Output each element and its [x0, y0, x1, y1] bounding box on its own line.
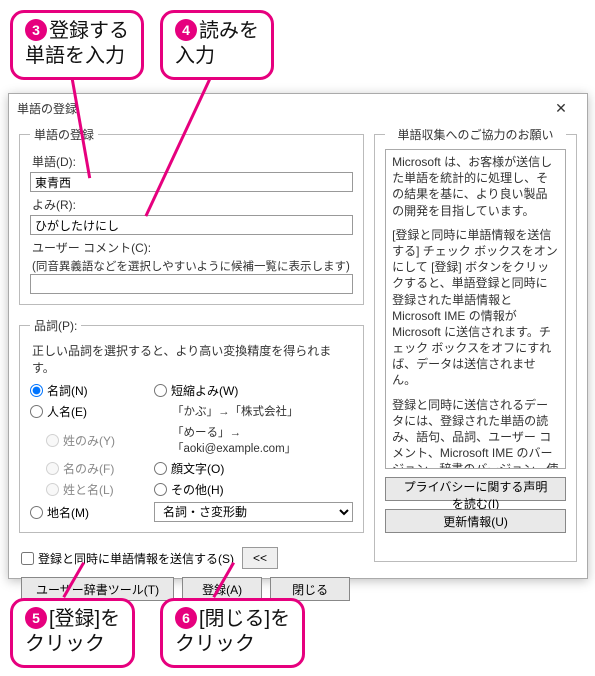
radio-mei-label: 名のみ(F) [63, 460, 114, 477]
radio-seimei-input [46, 483, 59, 496]
radio-kaomoji-label: 顔文字(O) [171, 460, 224, 477]
radio-sei-input [46, 434, 59, 447]
radio-jinmei[interactable]: 人名(E) [30, 403, 150, 420]
radio-sonota-input[interactable] [154, 483, 167, 496]
radio-jinmei-input[interactable] [30, 405, 43, 418]
callout-4: 4読みを入力 [160, 10, 274, 80]
radio-sonota-label: その他(H) [171, 481, 224, 498]
callout-5-num: 5 [25, 607, 47, 629]
word-group-legend: 単語の登録 [30, 126, 98, 143]
pos-grid: 名詞(N) 短縮よみ(W) 人名(E) 「かぶ」→「株式会社」 姓のみ(Y) [30, 382, 353, 522]
word-group: 単語の登録 単語(D): よみ(R): ユーザー コメント(C): (同音異義語… [19, 126, 364, 305]
word-register-dialog: 単語の登録 ✕ 単語の登録 単語(D): よみ(R): ユーザー コメント(C)… [8, 93, 588, 579]
info-group: 単語収集へのご協力のお願い Microsoft は、お客様が送信した単語を統計的… [374, 126, 577, 562]
update-info-button[interactable]: 更新情報(U) [385, 509, 566, 533]
radio-chimei-input[interactable] [30, 506, 43, 519]
info-p1: Microsoft は、お客様が送信した単語を統計的に処理し、その結果を基に、よ… [392, 154, 559, 219]
info-p2: [登録と同時に単語情報を送信する] チェック ボックスをオンにして [登録] ボ… [392, 227, 559, 389]
radio-sonota[interactable]: その他(H) [154, 481, 353, 498]
radio-sei[interactable]: 姓のみ(Y) [46, 424, 150, 456]
radio-mei[interactable]: 名のみ(F) [46, 460, 150, 477]
callout-3-num: 3 [25, 19, 47, 41]
radio-meishi[interactable]: 名詞(N) [30, 382, 150, 399]
sonota-select[interactable]: 名詞・さ変形動 [154, 502, 353, 522]
right-pane: 単語収集へのご協力のお願い Microsoft は、お客様が送信した単語を統計的… [374, 122, 577, 570]
radio-meishi-label: 名詞(N) [47, 382, 88, 399]
yomi-label: よみ(R): [32, 196, 353, 213]
send-row: 登録と同時に単語情報を送信する(S) << [21, 547, 362, 569]
radio-mei-input [46, 462, 59, 475]
left-pane: 単語の登録 単語(D): よみ(R): ユーザー コメント(C): (同音異義語… [19, 122, 364, 570]
radio-chimei-label: 地名(M) [47, 504, 89, 521]
comment-label: ユーザー コメント(C): [32, 239, 353, 256]
word-input[interactable] [30, 172, 353, 192]
comment-input[interactable] [30, 274, 353, 294]
example-1: 「かぶ」→「株式会社」 [172, 403, 353, 420]
callout-4-num: 4 [175, 19, 197, 41]
send-checkbox[interactable] [21, 552, 34, 565]
pos-group: 品詞(P): 正しい品詞を選択すると、より高い変換精度を得られます。 名詞(N)… [19, 317, 364, 533]
radio-meishi-input[interactable] [30, 384, 43, 397]
word-label: 単語(D): [32, 153, 353, 170]
dialog-content: 単語の登録 単語(D): よみ(R): ユーザー コメント(C): (同音異義語… [9, 122, 587, 578]
radio-chimei[interactable]: 地名(M) [30, 502, 150, 522]
send-checkbox-text: 登録と同時に単語情報を送信する(S) [38, 550, 234, 567]
radio-seimei-label: 姓と名(L) [63, 481, 114, 498]
info-textbox[interactable]: Microsoft は、お客様が送信した単語を統計的に処理し、その結果を基に、よ… [385, 149, 566, 469]
radio-kaomoji[interactable]: 顔文字(O) [154, 460, 353, 477]
radio-tanshuku[interactable]: 短縮よみ(W) [154, 382, 353, 399]
pos-desc: 正しい品詞を選択すると、より高い変換精度を得られます。 [32, 342, 353, 376]
privacy-button[interactable]: プライバシーに関する声明を読む(I) [385, 477, 566, 501]
pos-legend: 品詞(P): [30, 317, 81, 334]
titlebar: 単語の登録 ✕ [9, 94, 587, 122]
radio-sei-label: 姓のみ(Y) [63, 432, 115, 449]
radio-tanshuku-input[interactable] [154, 384, 167, 397]
callout-6-num: 6 [175, 607, 197, 629]
dialog-title: 単語の登録 [17, 100, 77, 117]
callout-5: 5[登録]をクリック [10, 598, 135, 668]
comment-hint: (同音異義語などを選択しやすいように候補一覧に表示します) [32, 258, 353, 274]
radio-seimei[interactable]: 姓と名(L) [46, 481, 150, 498]
callout-3: 3登録する単語を入力 [10, 10, 144, 80]
radio-kaomoji-input[interactable] [154, 462, 167, 475]
info-p3: 登録と同時に送信されるデータには、登録された単語の読み、語句、品詞、ユーザー コ… [392, 397, 559, 469]
info-legend: 単語収集へのご協力のお願い [385, 126, 566, 143]
radio-jinmei-label: 人名(E) [47, 403, 87, 420]
send-checkbox-label[interactable]: 登録と同時に単語情報を送信する(S) [21, 550, 234, 567]
yomi-input[interactable] [30, 215, 353, 235]
example-2: 「めーる」→「aoki@example.com」 [172, 424, 353, 456]
radio-tanshuku-label: 短縮よみ(W) [171, 382, 238, 399]
callout-6: 6[閉じる]をクリック [160, 598, 305, 668]
collapse-button[interactable]: << [242, 547, 278, 569]
close-icon[interactable]: ✕ [541, 97, 581, 119]
